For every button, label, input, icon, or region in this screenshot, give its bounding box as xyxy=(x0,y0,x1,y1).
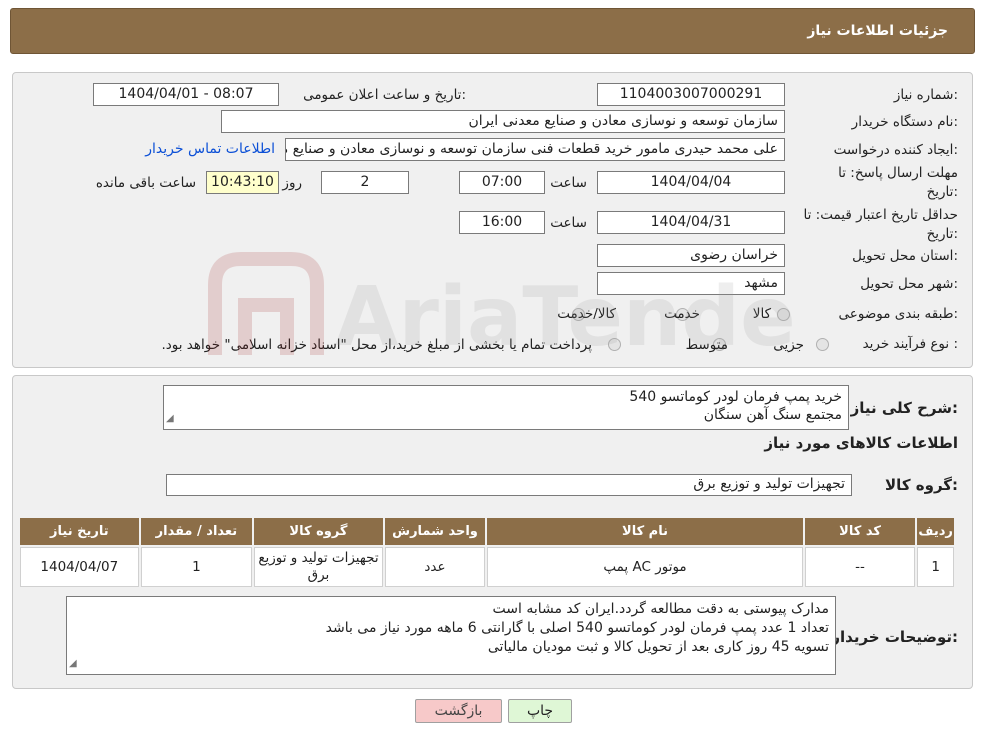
remaining-time-field: 10:43:10 xyxy=(206,171,279,194)
page-header: جزئیات اطلاعات نیاز xyxy=(10,8,975,54)
reply-deadline-label: مهلت ارسال پاسخ: تا xyxy=(838,165,958,181)
remaining-label: ساعت باقی مانده xyxy=(95,175,196,191)
reply-deadline-label-2: تاریخ: xyxy=(926,184,958,200)
print-button[interactable]: چاپ xyxy=(508,699,572,723)
purchase-radio-minor[interactable] xyxy=(816,338,829,351)
buyer-notes-line-1: مدارک پیوستی به دقت مطالعه گردد.ایران کد… xyxy=(492,601,830,617)
purchase-type-label: نوع فرآیند خرید : xyxy=(862,336,958,352)
col-name-header: نام کالا xyxy=(487,518,803,545)
cell-name: موتور AC پمپ xyxy=(487,547,803,587)
price-deadline-label-2: تاریخ: xyxy=(926,226,958,242)
announce-field: 1404/04/01 - 08:07 xyxy=(93,83,279,106)
purchase-radio-treasury[interactable] xyxy=(608,338,621,351)
table-header-row: ردیف کد کالا نام کالا واحد شمارش گروه کا… xyxy=(20,518,954,545)
buyer-notes-line-2: تعداد 1 عدد پمپ فرمان لودر کوماتسو 540 ا… xyxy=(325,620,829,636)
buyer-notes-label: توضیحات خریدار: xyxy=(831,628,958,646)
creator-label: ایجاد کننده درخواست: xyxy=(833,142,958,158)
summary-line-1: خرید پمپ فرمان لودر کوماتسو 540 xyxy=(629,389,842,405)
purchase-option-medium: متوسط xyxy=(685,337,728,353)
goods-info-title: اطلاعات کالاهای مورد نیاز xyxy=(764,434,958,452)
summary-label: شرح کلی نیاز: xyxy=(850,399,958,417)
province-field: خراسان رضوی xyxy=(597,244,785,267)
resize-grip-icon[interactable]: ◢ xyxy=(166,410,174,428)
city-label: شهر محل تحویل: xyxy=(860,276,958,292)
price-deadline-label: حداقل تاریخ اعتبار قیمت: تا xyxy=(803,207,958,223)
need-number-field: 1104003007000291 xyxy=(597,83,785,106)
category-label: طبقه بندی موضوعی: xyxy=(838,306,958,322)
creator-field: علی محمد حیدری مامور خرید قطعات فنی سازم… xyxy=(285,138,785,161)
cell-row: 1 xyxy=(917,547,954,587)
cell-qty: 1 xyxy=(140,547,253,587)
back-button[interactable]: بازگشت xyxy=(415,699,502,723)
need-info-panel: شماره نیاز: 1104003007000291 تاریخ و ساع… xyxy=(12,72,973,368)
col-qty-header: تعداد / مقدار xyxy=(140,518,253,545)
buyer-notes-textarea: مدارک پیوستی به دقت مطالعه گردد.ایران کد… xyxy=(66,596,836,675)
table-row: 1 -- موتور AC پمپ عدد تجهیزات تولید و تو… xyxy=(20,547,954,587)
buyer-notes-line-3: تسویه 45 روز کاری بعد از تحویل کالا و ثب… xyxy=(487,639,829,655)
col-date-header: تاریخ نیاز xyxy=(20,518,139,545)
buyer-org-label: نام دستگاه خریدار: xyxy=(851,114,958,130)
price-date-field: 1404/04/31 xyxy=(597,211,785,234)
summary-line-2: مجتمع سنگ آهن سنگان xyxy=(703,407,842,423)
cell-unit: عدد xyxy=(384,547,486,587)
category-option-goods: کالا xyxy=(752,306,771,322)
reply-date-field: 1404/04/04 xyxy=(597,171,785,194)
goods-group-field: تجهیزات تولید و توزیع برق xyxy=(166,474,852,496)
city-field: مشهد xyxy=(597,272,785,295)
goods-table: ردیف کد کالا نام کالا واحد شمارش گروه کا… xyxy=(18,516,956,589)
announce-label: تاریخ و ساعت اعلان عمومی: xyxy=(303,87,466,103)
days-field: 2 xyxy=(321,171,409,194)
category-option-goods-service: کالا/خدمت xyxy=(557,306,616,322)
purchase-note: پرداخت تمام یا بخشی از مبلغ خرید،از محل … xyxy=(161,337,592,353)
price-time-label: ساعت xyxy=(550,215,587,231)
summary-textarea: خرید پمپ فرمان لودر کوماتسو 540 مجتمع سن… xyxy=(163,385,849,430)
province-label: استان محل تحویل: xyxy=(852,248,958,264)
need-number-label: شماره نیاز: xyxy=(893,87,958,103)
price-time-field: 16:00 xyxy=(459,211,545,234)
cell-date: 1404/04/07 xyxy=(20,547,139,587)
purchase-option-minor: جزیی xyxy=(773,337,804,353)
col-group-header: گروه کالا xyxy=(254,518,383,545)
category-radio-goods[interactable] xyxy=(777,308,790,321)
reply-time-field: 07:00 xyxy=(459,171,545,194)
cell-code: -- xyxy=(804,547,916,587)
page-title: جزئیات اطلاعات نیاز xyxy=(807,23,948,39)
category-option-service: خدمت xyxy=(664,306,700,322)
contact-buyer-link[interactable]: اطلاعات تماس خریدار xyxy=(145,141,275,157)
cell-group: تجهیزات تولید و توزیع برق xyxy=(254,547,383,587)
buyer-org-field: سازمان توسعه و نوسازی معادن و صنایع معدن… xyxy=(221,110,785,133)
goods-group-label: گروه کالا: xyxy=(885,476,958,494)
col-code-header: کد کالا xyxy=(804,518,916,545)
reply-time-label: ساعت xyxy=(550,175,587,191)
col-unit-header: واحد شمارش xyxy=(384,518,486,545)
resize-grip-icon[interactable]: ◢ xyxy=(69,654,77,673)
col-row-header: ردیف xyxy=(917,518,954,545)
